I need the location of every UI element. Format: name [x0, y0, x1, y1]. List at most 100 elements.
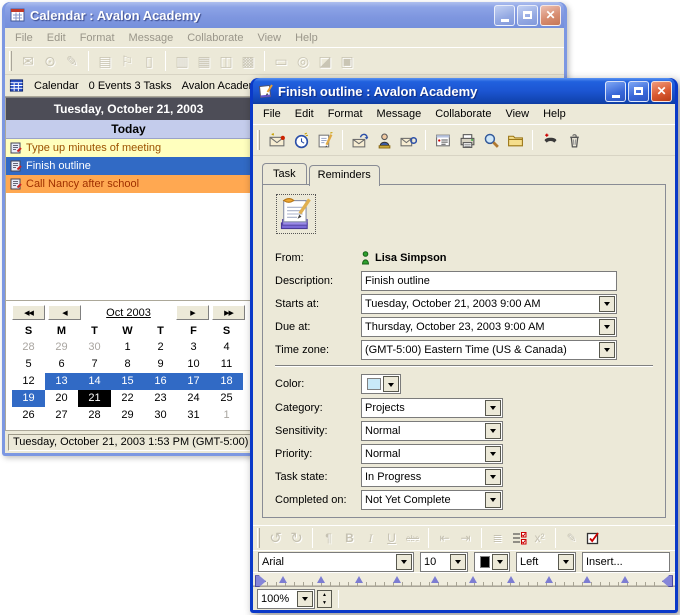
print-icon[interactable]: ▣ [336, 50, 358, 72]
calendar-day[interactable]: 15 [111, 373, 144, 390]
calendar-day[interactable]: 13 [45, 373, 78, 390]
print-icon[interactable] [455, 129, 479, 151]
mark-complete-icon[interactable] [582, 528, 603, 549]
chevron-down-icon[interactable] [492, 554, 508, 570]
tab-reminders[interactable]: Reminders [309, 165, 380, 186]
paragraph-icon[interactable]: ¶ [318, 528, 339, 549]
prev-month-button[interactable]: ◀ [48, 305, 81, 320]
task-state-select[interactable]: In Progress [361, 467, 503, 487]
calendar-day[interactable]: 16 [144, 373, 177, 390]
find-icon[interactable]: ◎ [292, 50, 314, 72]
menu-collaborate[interactable]: Collaborate [181, 30, 249, 46]
calendar-day[interactable]: 26 [12, 407, 45, 424]
menu-view[interactable]: View [251, 30, 287, 46]
tab-calendar-label[interactable]: Calendar [34, 80, 79, 92]
menu-message[interactable]: Message [371, 106, 428, 122]
tab-stop-marker[interactable] [469, 572, 477, 583]
new-mail-icon[interactable] [265, 129, 289, 151]
calendar-day[interactable]: 8 [111, 356, 144, 373]
multi-week-view-icon[interactable]: ▩ [237, 50, 259, 72]
chevron-down-icon[interactable] [485, 469, 501, 485]
zoom-spinner[interactable]: ▲ ▼ [317, 590, 332, 608]
calendar-day[interactable]: 1 [111, 339, 144, 356]
tab-stop-marker[interactable] [507, 572, 515, 583]
menu-edit[interactable]: Edit [41, 30, 72, 46]
close-button[interactable]: ✕ [540, 5, 561, 26]
chevron-down-icon[interactable] [485, 492, 501, 508]
tab-stop-marker[interactable] [431, 572, 439, 583]
calendar-day[interactable]: 24 [177, 390, 210, 407]
delete-icon[interactable]: ▯ [138, 50, 160, 72]
tab-stop-marker[interactable] [545, 572, 553, 583]
color-select[interactable] [361, 374, 401, 394]
calendar-day[interactable]: 19 [12, 390, 45, 407]
category-select[interactable]: Projects [361, 398, 503, 418]
calendar-day[interactable]: 23 [144, 390, 177, 407]
menu-format[interactable]: Format [322, 106, 369, 122]
flag-icon[interactable]: ⚐ [116, 50, 138, 72]
calendar-day[interactable]: 9 [144, 356, 177, 373]
calendar-day[interactable]: 2 [144, 339, 177, 356]
chevron-down-icon[interactable] [558, 554, 574, 570]
undo-icon[interactable]: ↺ [265, 528, 286, 549]
calendar-day[interactable]: 6 [45, 356, 78, 373]
prev-year-button[interactable]: ◀◀ [12, 305, 45, 320]
chevron-down-icon[interactable] [485, 423, 501, 439]
tab-task[interactable]: Task [262, 163, 307, 184]
font-color-select[interactable] [474, 552, 510, 572]
strikethrough-icon[interactable]: abc [402, 528, 423, 549]
font-size-select[interactable]: 10 [420, 552, 468, 572]
new-task-icon[interactable]: ✎ [61, 50, 83, 72]
new-task-icon[interactable] [313, 129, 337, 151]
chevron-down-icon[interactable] [599, 342, 615, 358]
zoom-select[interactable]: 100% [257, 589, 315, 609]
next-month-button[interactable]: ▶ [176, 305, 209, 320]
list-icon[interactable]: ≣ [487, 528, 508, 549]
mail-recipient-icon[interactable] [396, 129, 420, 151]
chevron-down-icon[interactable] [383, 376, 399, 392]
tab-stop-marker[interactable] [355, 572, 363, 583]
minimize-button[interactable] [494, 5, 515, 26]
calendar-day[interactable]: 28 [12, 339, 45, 356]
menu-view[interactable]: View [499, 106, 535, 122]
calendar-day[interactable]: 10 [177, 356, 210, 373]
next-year-button[interactable]: ▶▶ [212, 305, 245, 320]
new-appointment-icon[interactable] [289, 129, 313, 151]
bold-icon[interactable]: B [339, 528, 360, 549]
calendar-day[interactable]: 28 [78, 407, 111, 424]
task-list-item[interactable]: Type up minutes of meeting [6, 139, 251, 157]
calendar-day[interactable]: 7 [78, 356, 111, 373]
spin-up-icon[interactable]: ▲ [318, 591, 331, 599]
starts-at-select[interactable]: Tuesday, October 21, 2003 9:00 AM [361, 294, 617, 314]
task-properties-icon[interactable] [431, 129, 455, 151]
delete-icon[interactable] [562, 129, 586, 151]
insert-input[interactable] [583, 556, 669, 568]
calendar-day[interactable]: 12 [12, 373, 45, 390]
calendar-day[interactable]: 25 [210, 390, 243, 407]
due-at-select[interactable]: Thursday, October 23, 2003 9:00 AM [361, 317, 617, 337]
month-view-icon[interactable]: ▦ [193, 50, 215, 72]
maximize-button[interactable] [517, 5, 538, 26]
italic-icon[interactable]: I [360, 528, 381, 549]
tab-stop-marker[interactable] [393, 572, 401, 583]
insert-field[interactable] [582, 552, 670, 572]
toolbar-grip[interactable] [257, 130, 260, 150]
task-list-item[interactable]: Finish outline [6, 157, 251, 175]
calendar-day[interactable]: 1 [210, 407, 243, 424]
tab-stop-marker[interactable] [583, 572, 591, 583]
description-input[interactable] [362, 275, 616, 287]
chevron-down-icon[interactable] [450, 554, 466, 570]
menu-file[interactable]: File [257, 106, 287, 122]
calendar-day[interactable]: 29 [45, 339, 78, 356]
calendar-day[interactable]: 5 [12, 356, 45, 373]
find-icon[interactable] [479, 129, 503, 151]
redo-icon[interactable]: ↻ [286, 528, 307, 549]
calendar-day[interactable]: 30 [78, 339, 111, 356]
month-label[interactable]: Oct 2003 [84, 307, 173, 319]
font-family-select[interactable]: Arial [258, 552, 414, 572]
maximize-button[interactable] [628, 81, 649, 102]
calendar-day[interactable]: 20 [45, 390, 78, 407]
superscript-icon[interactable]: x² [529, 528, 550, 549]
calendar-day[interactable]: 27 [45, 407, 78, 424]
tab-stop-marker[interactable] [621, 572, 629, 583]
